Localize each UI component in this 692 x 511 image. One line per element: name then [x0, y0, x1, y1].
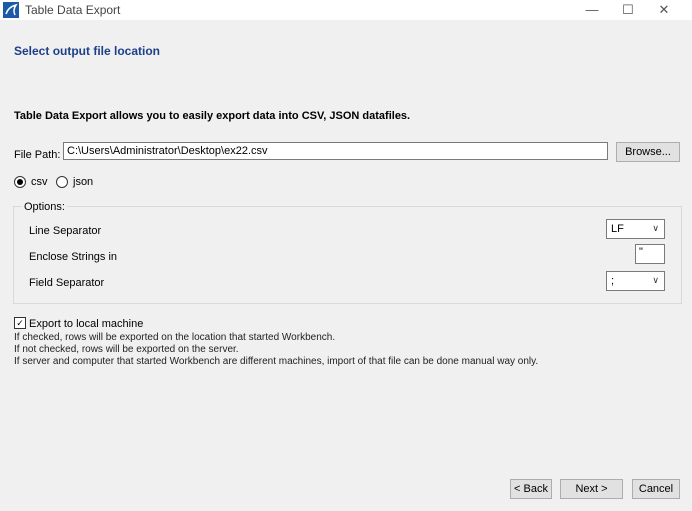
radio-json-label[interactable]: json	[73, 176, 93, 188]
next-button[interactable]: Next >	[560, 479, 623, 499]
workbench-logo-icon	[3, 2, 19, 18]
radio-json-indicator[interactable]	[56, 176, 68, 189]
back-button[interactable]: < Back	[510, 479, 552, 499]
cancel-button[interactable]: Cancel	[632, 479, 680, 499]
window-title: Table Data Export	[25, 3, 121, 17]
maximize-button[interactable]: ☐	[610, 0, 646, 20]
file-path-input[interactable]: C:\Users\Administrator\Desktop\ex22.csv	[63, 142, 608, 160]
enclose-strings-label: Enclose Strings in	[29, 251, 118, 263]
chevron-down-icon: ∨	[652, 223, 659, 233]
chevron-down-icon: ∨	[652, 275, 659, 285]
line-separator-label: Line Separator	[29, 225, 102, 237]
radio-csv[interactable]: csv	[14, 176, 48, 189]
radio-json[interactable]: json	[56, 176, 93, 189]
page-description: Table Data Export allows you to easily e…	[14, 110, 411, 122]
dialog-content: Select output file location Table Data E…	[0, 20, 692, 511]
export-local-label[interactable]: Export to local machine	[29, 318, 143, 330]
export-local-checkbox[interactable]: ✓	[14, 317, 26, 329]
minimize-button[interactable]: —	[574, 0, 610, 20]
radio-csv-label[interactable]: csv	[31, 176, 48, 188]
title-bar: Table Data Export — ☐ ✕	[0, 0, 692, 20]
line-separator-select[interactable]: LF ∨	[606, 219, 665, 239]
field-separator-value: ;	[611, 275, 615, 287]
options-title: Options:	[22, 201, 67, 213]
page-title: Select output file location	[14, 44, 161, 58]
radio-csv-indicator[interactable]	[14, 176, 26, 189]
line-separator-value: LF	[611, 223, 624, 235]
field-separator-select[interactable]: ; ∨	[606, 271, 665, 291]
file-path-label: File Path:	[14, 149, 61, 161]
export-info-line-2: If not checked, rows will be exported on…	[14, 344, 239, 355]
export-info-line-3: If server and computer that started Work…	[14, 356, 539, 367]
browse-button[interactable]: Browse...	[616, 142, 680, 162]
export-info-line-1: If checked, rows will be exported on the…	[14, 332, 336, 343]
field-separator-label: Field Separator	[29, 277, 105, 289]
close-button[interactable]: ✕	[646, 0, 682, 20]
enclose-strings-input[interactable]: "	[635, 244, 665, 264]
